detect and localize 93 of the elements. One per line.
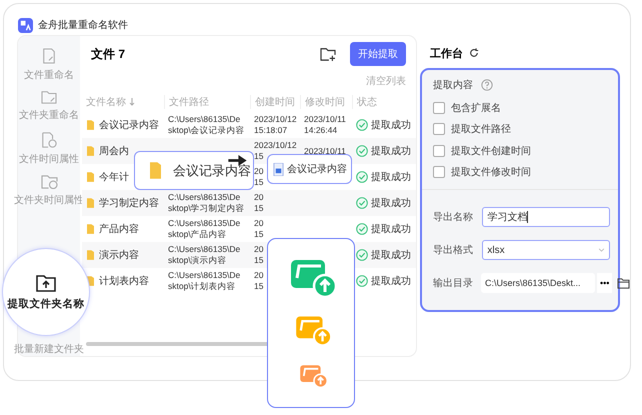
field-label: 导出名称	[433, 210, 474, 224]
output-path-field[interactable]: C:\Users\86135\Deskt...	[481, 273, 595, 294]
success-check-icon	[356, 275, 368, 287]
sidebar-item[interactable]: 文件夹重命名	[19, 90, 79, 132]
sidebar-item[interactable]: 文件夹时间属性	[14, 174, 84, 216]
file-path: C:\Users\86135\De sktop\演示内容	[168, 244, 240, 266]
status-text: 提取成功	[371, 248, 411, 262]
created-time: 20 15	[254, 270, 264, 292]
option-label: 提取文件创建时间	[451, 144, 531, 158]
sidebar-item[interactable]: 文件重命名	[24, 48, 74, 90]
field-label: 输出目录	[433, 276, 473, 290]
help-icon[interactable]	[481, 79, 493, 91]
file-name: 学习制定内容	[99, 196, 159, 210]
status-text: 提取成功	[371, 196, 411, 210]
success-check-icon	[356, 223, 368, 235]
status-text: 提取成功	[371, 170, 411, 184]
file-name: 会议记录内容	[99, 118, 159, 132]
folder-icon	[87, 198, 94, 208]
success-check-icon	[356, 249, 368, 261]
option-label: 提取文件路径	[451, 122, 511, 136]
checkbox[interactable]	[433, 166, 445, 178]
refresh-icon[interactable]	[469, 48, 479, 58]
folder-clock-icon	[40, 174, 58, 189]
app-title: 金舟批量重命名软件	[38, 18, 128, 32]
success-check-icon	[356, 197, 368, 209]
file-name: 周会内	[99, 144, 129, 158]
folder-upload-icon	[291, 258, 337, 298]
folder-icon	[87, 250, 94, 260]
status-text: 提取成功	[371, 274, 411, 288]
created-time: 20 15	[254, 244, 264, 266]
folder-icon	[150, 162, 161, 179]
file-name: 演示内容	[99, 248, 139, 262]
folder-upload-icon	[296, 315, 332, 346]
column-header[interactable]: 文件名称	[82, 95, 164, 109]
caret-icon	[598, 248, 605, 252]
status-text: 提取成功	[371, 118, 411, 132]
checkbox[interactable]	[433, 102, 445, 114]
file-edit-icon	[42, 48, 56, 64]
modified-time: 2023/10/11 14:26:44	[304, 114, 346, 136]
column-header[interactable]: 文件路径	[164, 95, 250, 109]
file-path: C:\Users\86135\De sktop\产品内容	[168, 218, 240, 240]
start-extract-button[interactable]: 开始提取	[350, 42, 406, 66]
column-header[interactable]: 修改时间	[300, 95, 352, 109]
checkbox[interactable]	[433, 144, 445, 157]
file-clock-icon	[41, 132, 57, 148]
right-arrow-icon	[228, 155, 247, 166]
option-label: 提取文件修改时间	[451, 166, 531, 180]
column-header[interactable]: 创建时间	[250, 95, 300, 109]
file-name: 计划表内容	[99, 274, 149, 288]
clear-list-link[interactable]: 清空列表	[366, 74, 406, 92]
created-time: 2023/10/12 15	[254, 140, 297, 162]
file-path: C:\Users\86135\De sktop\学习制定内容	[168, 192, 245, 214]
file-count-title: 文件 7	[91, 46, 126, 62]
column-header[interactable]: 状态	[352, 95, 416, 109]
status-text: 提取成功	[371, 144, 411, 158]
sort-arrow-icon	[129, 98, 135, 106]
section-label: 提取内容	[433, 78, 473, 92]
option-label: 包含扩展名	[451, 102, 501, 115]
file-path: C:\Users\86135\De sktop\计划表内容	[168, 270, 240, 292]
created-time: 20 15	[254, 218, 264, 240]
document-icon	[273, 162, 284, 176]
callout-label: 会议记录内容	[287, 162, 347, 176]
file-name: 今年计	[99, 170, 129, 184]
folder-icon[interactable]	[617, 278, 630, 289]
file-path: C:\Users\86135\De sktop\会议记录内容	[168, 114, 245, 136]
created-time: 2023/10/12 15:18:07	[254, 114, 297, 136]
sidebar-item[interactable]: 提取文件夹名称	[2, 248, 90, 336]
browse-button[interactable]: •••	[597, 273, 612, 294]
file-name: 产品内容	[99, 222, 139, 236]
modified-time: 2023/10/11	[304, 146, 346, 156]
success-check-icon	[356, 119, 368, 131]
created-time: 20 15	[254, 166, 264, 188]
folder-icon	[87, 224, 94, 234]
add-folder-icon[interactable]	[320, 47, 336, 61]
success-check-icon	[356, 171, 368, 183]
created-time: 20 15	[254, 192, 264, 214]
folder-icon	[87, 146, 94, 156]
sidebar-item[interactable]: 批量新建文件夹	[14, 342, 84, 356]
success-check-icon	[356, 145, 368, 157]
status-text: 提取成功	[371, 222, 411, 236]
sidebar-item[interactable]: 文件时间属性	[19, 132, 79, 174]
export-name-input[interactable]: 学习文档	[482, 206, 610, 227]
folder-edit-icon	[41, 90, 57, 104]
folder-icon	[87, 120, 94, 130]
workspace-title: 工作台	[430, 46, 463, 60]
folder-upload-icon	[36, 274, 56, 292]
field-label: 导出格式	[433, 244, 474, 258]
checkbox[interactable]	[433, 123, 445, 136]
app-logo-icon	[18, 18, 33, 32]
format-dropdown[interactable]: xlsx	[482, 240, 610, 260]
callout-label: 会议记录内容	[173, 162, 251, 180]
folder-upload-icon	[300, 364, 328, 388]
folder-icon	[87, 172, 94, 182]
